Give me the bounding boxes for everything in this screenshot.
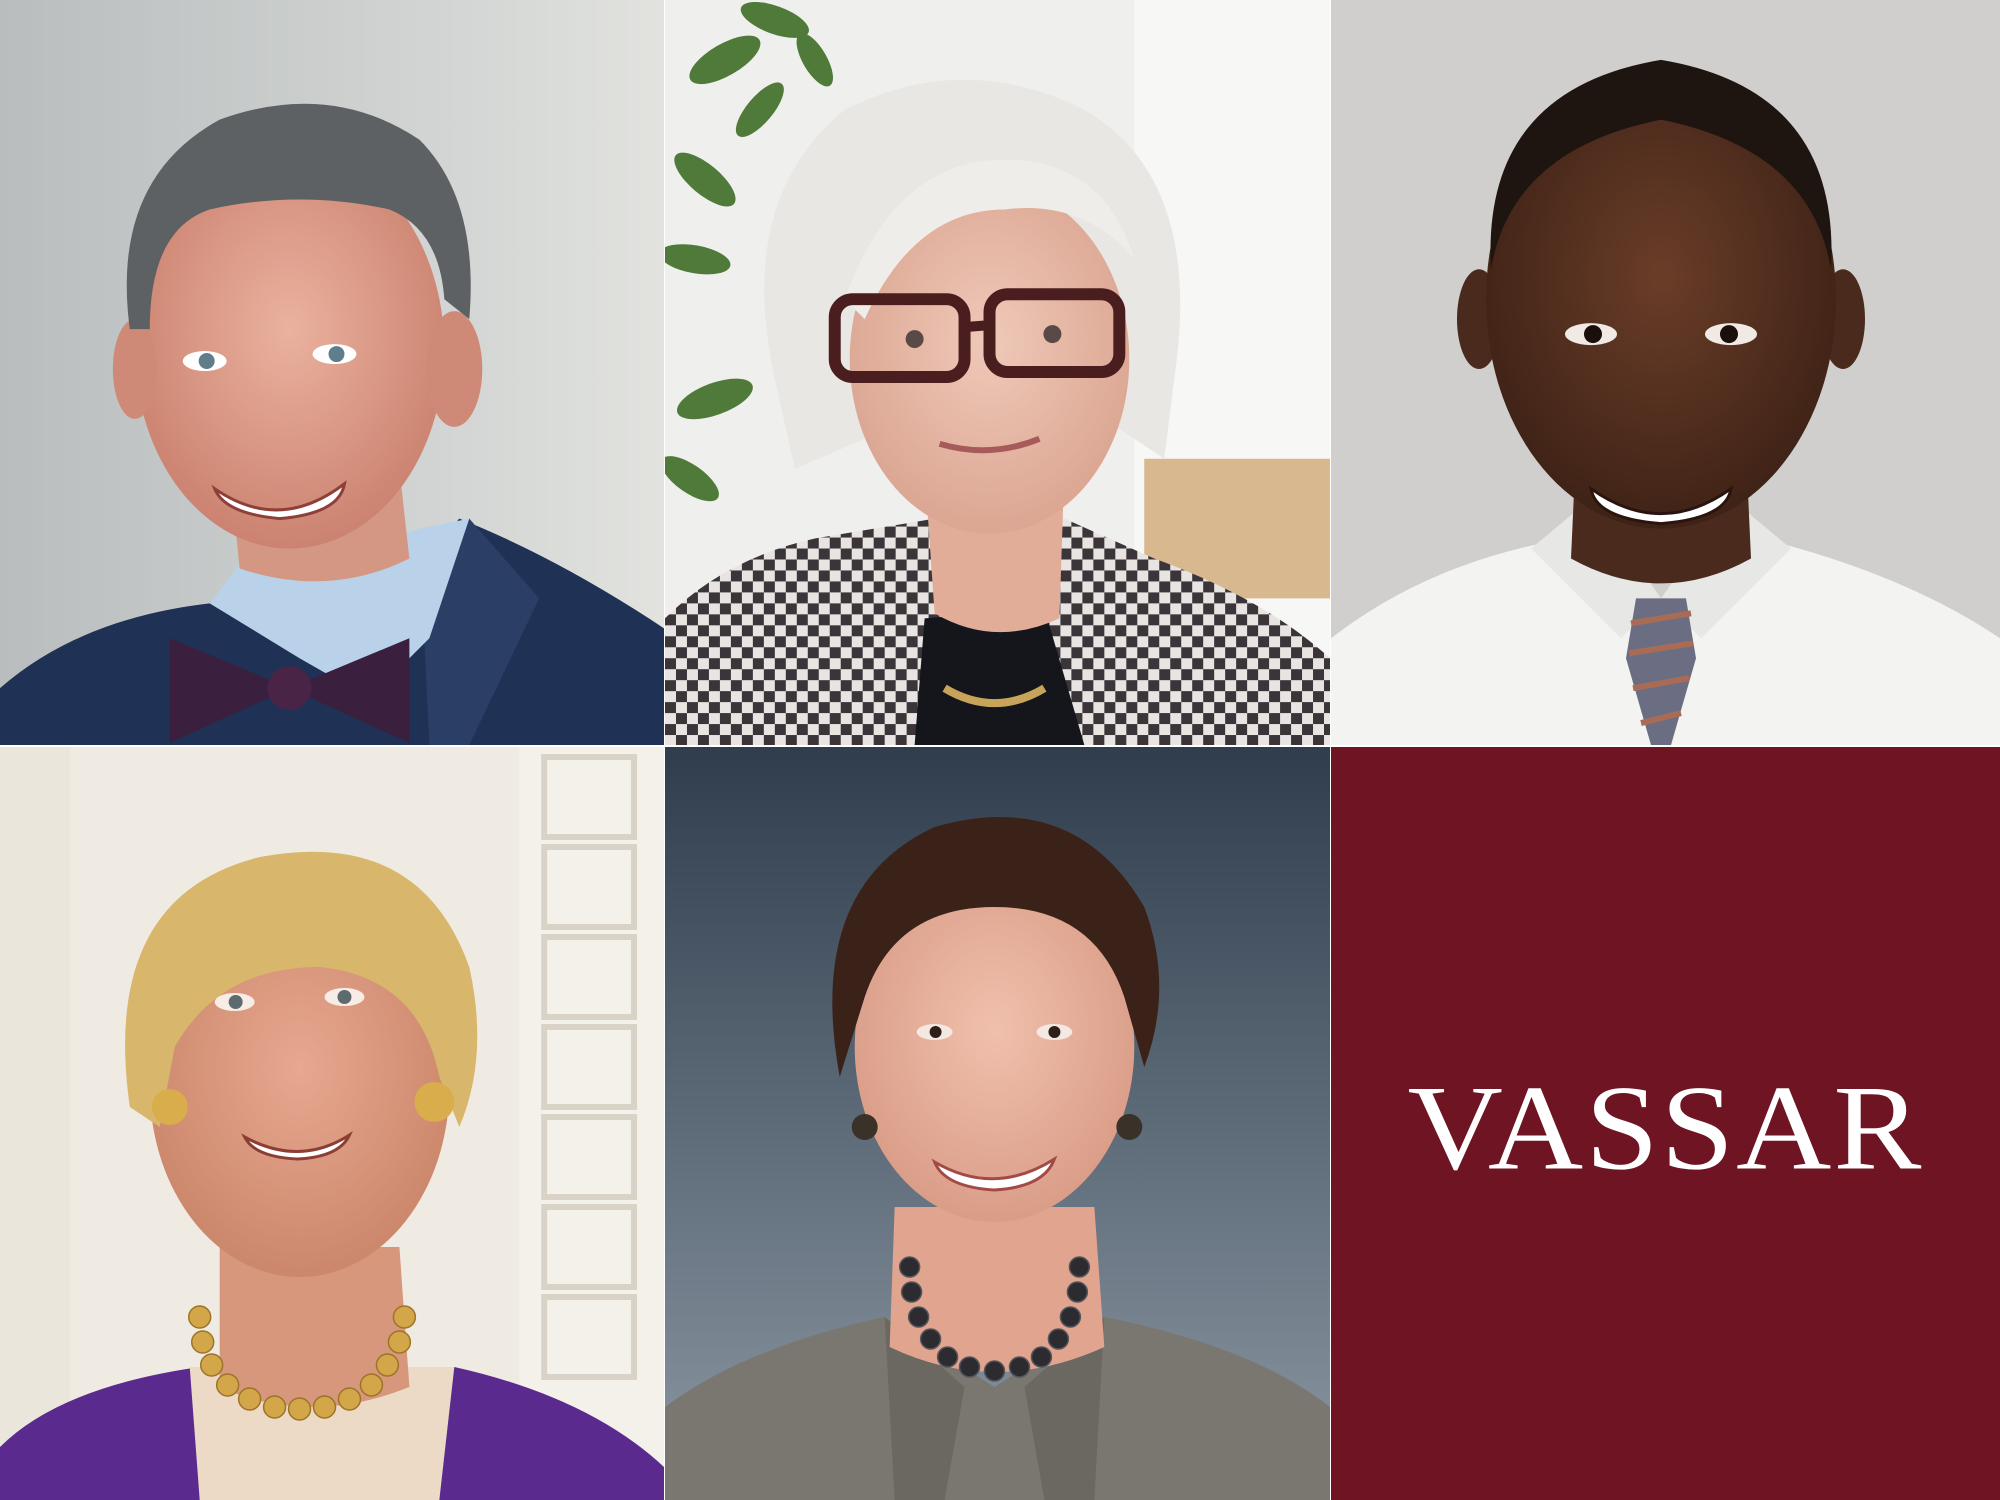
- vassar-brand-tile: VASSAR: [1331, 747, 2000, 1500]
- portrait-1-image: [0, 0, 664, 745]
- portrait-4-image: [0, 747, 664, 1500]
- portrait-photo-5: [665, 747, 1331, 1500]
- portrait-2-image: [665, 0, 1330, 745]
- portrait-photo-4: [0, 747, 665, 1500]
- portrait-photo-2: [665, 0, 1331, 747]
- portrait-3-image: [1331, 0, 2000, 745]
- headshot-collage: VASSAR: [0, 0, 2000, 1500]
- vassar-wordmark: VASSAR: [1407, 1059, 1924, 1195]
- portrait-photo-1: [0, 0, 665, 747]
- portrait-5-image: [665, 747, 1330, 1500]
- portrait-photo-3: [1331, 0, 2000, 747]
